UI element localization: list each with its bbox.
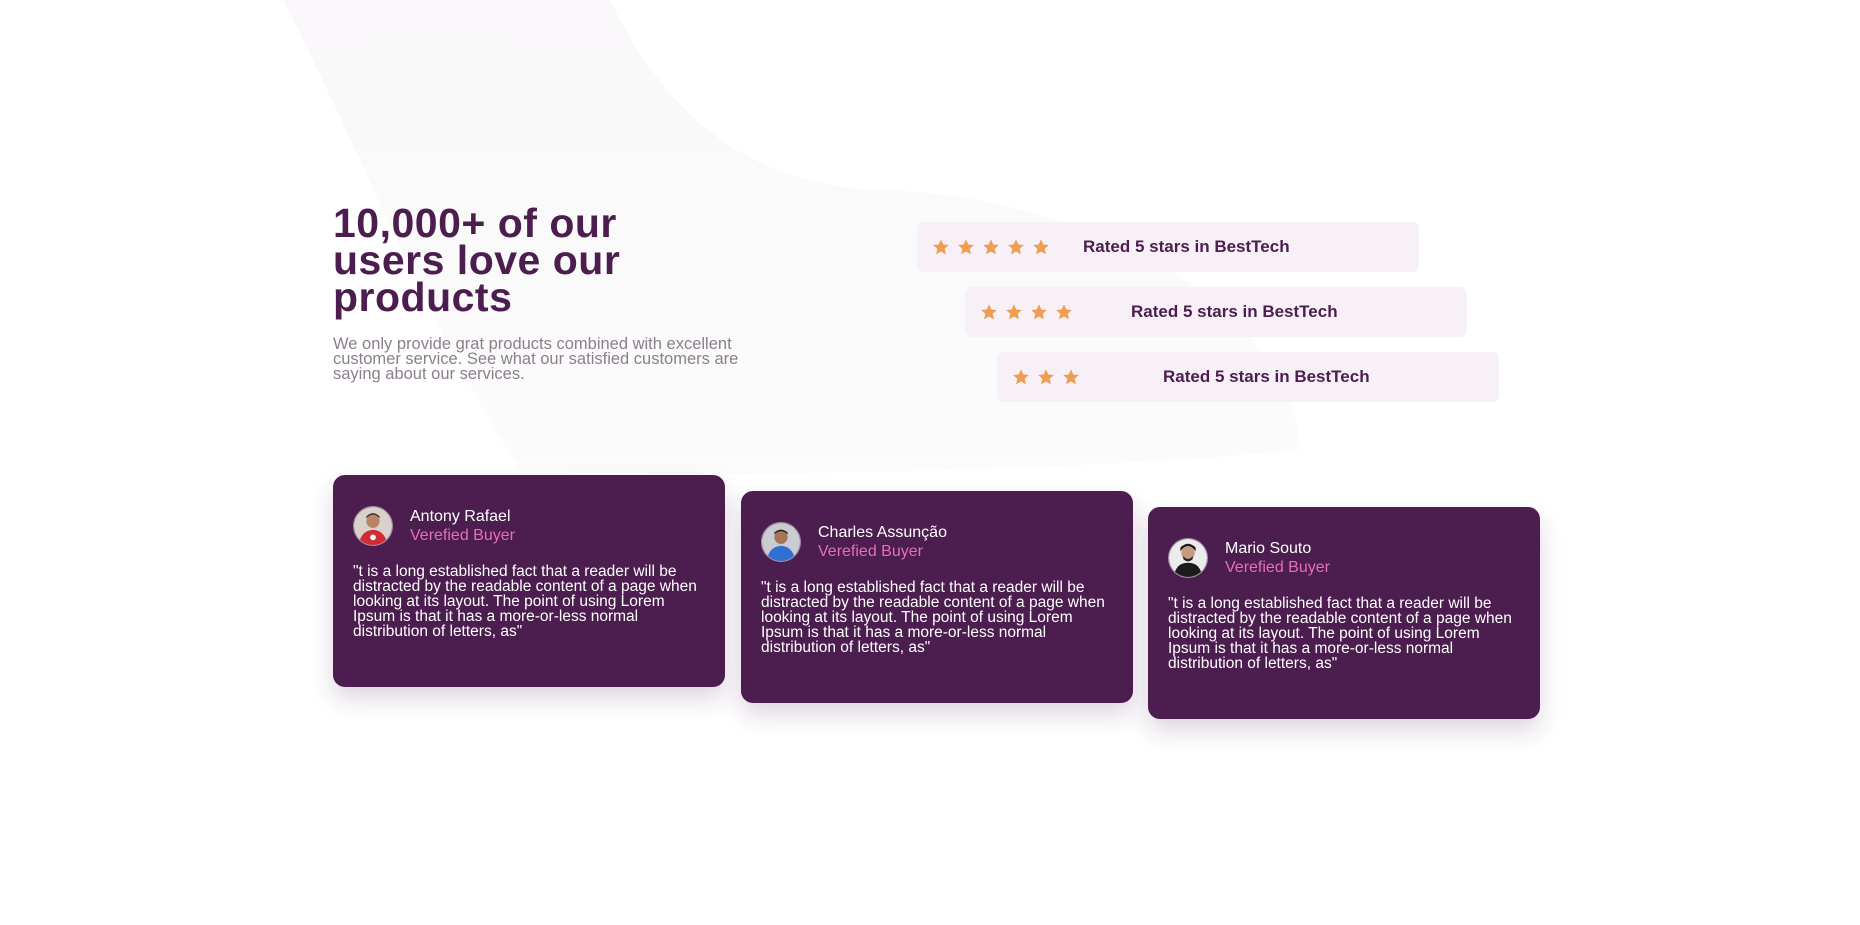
testimonial-quote: "t is a long established fact that a rea…	[761, 579, 1105, 656]
star-icon	[1056, 304, 1072, 320]
star-icon	[933, 239, 949, 255]
verified-badge: Verefied Buyer	[410, 527, 515, 544]
avatar-blue-shirt-icon	[761, 522, 801, 562]
background-shape	[283, 0, 1300, 474]
rating-bar-1: Rated 5 stars in BestTech	[917, 222, 1419, 272]
verified-badge: Verefied Buyer	[1225, 559, 1330, 576]
rating-bar-3: Rated 5 stars in BestTech	[997, 352, 1499, 402]
testimonial-quote: "t is a long established fact that a rea…	[353, 563, 697, 640]
star-icon	[981, 304, 997, 320]
page-subtitle: We only provide grat products combined w…	[333, 335, 739, 383]
reviewer-name: Mario Souto	[1225, 540, 1312, 557]
avatar-red-shirt-icon	[353, 506, 393, 546]
page-title: 10,000+ of our users love our products	[333, 200, 621, 320]
star-icon	[1033, 239, 1049, 255]
testimonial-card-3: Mario Souto Verefied Buyer "t is a long …	[1148, 507, 1540, 719]
verified-badge: Verefied Buyer	[818, 543, 923, 560]
rating-label: Rated 5 stars in BestTech	[1163, 367, 1370, 386]
testimonial-card-1: Antony Rafael Verefied Buyer "t is a lon…	[333, 475, 725, 687]
star-icon	[1038, 369, 1054, 385]
star-icon	[983, 239, 999, 255]
star-icon	[1008, 239, 1024, 255]
star-icon	[958, 239, 974, 255]
testimonial-quote: "t is a long established fact that a rea…	[1168, 595, 1512, 672]
star-icon	[1031, 304, 1047, 320]
avatar-dark-shirt-icon	[1168, 538, 1208, 578]
reviewer-name: Antony Rafael	[410, 508, 511, 525]
star-icon	[1013, 369, 1029, 385]
star-rating	[997, 368, 1087, 386]
rating-label: Rated 5 stars in BestTech	[1131, 302, 1338, 321]
star-rating	[965, 303, 1080, 321]
star-rating	[917, 238, 1057, 256]
rating-label: Rated 5 stars in BestTech	[1083, 237, 1290, 256]
testimonial-card-2: Charles Assunção Verefied Buyer "t is a …	[741, 491, 1133, 703]
star-icon	[1063, 369, 1079, 385]
star-icon	[1006, 304, 1022, 320]
reviewer-name: Charles Assunção	[818, 524, 947, 541]
rating-bar-2: Rated 5 stars in BestTech	[965, 287, 1467, 337]
